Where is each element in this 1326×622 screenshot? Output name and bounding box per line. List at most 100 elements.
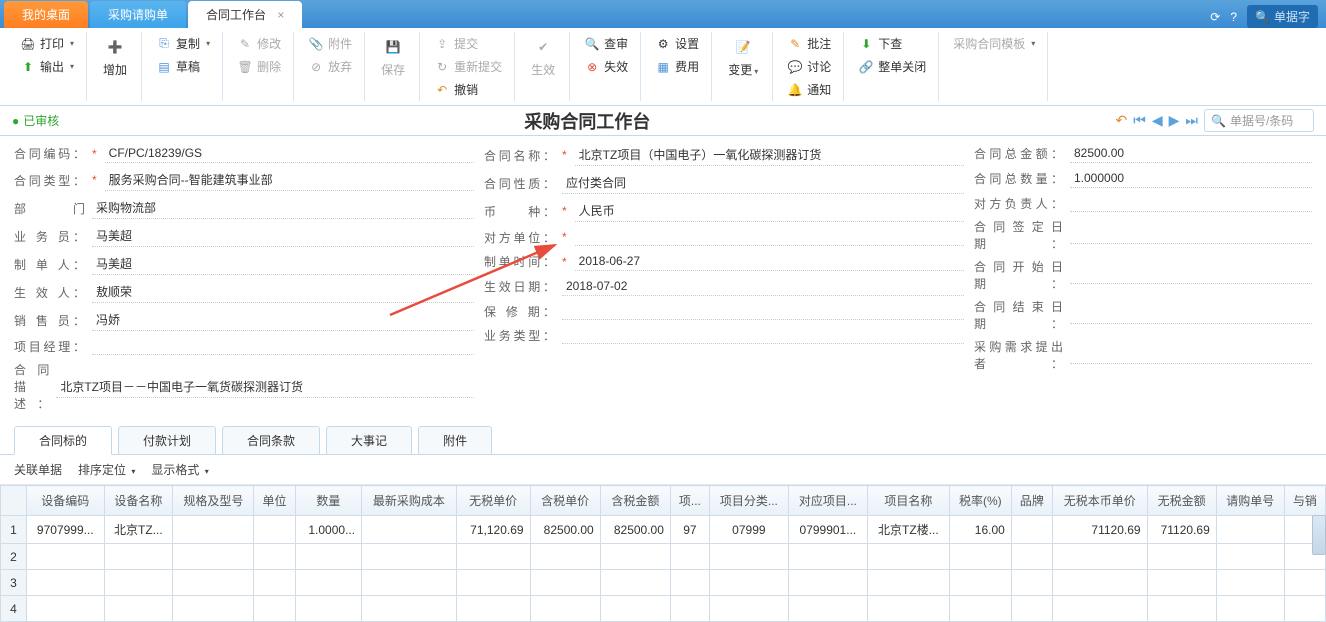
cell[interactable] [173, 596, 254, 622]
dtab-subject[interactable]: 合同标的 [14, 426, 112, 455]
global-search[interactable]: 🔍 单据字 [1247, 5, 1318, 28]
draft-button[interactable]: ▤草稿 [150, 55, 206, 78]
cell[interactable] [173, 544, 254, 570]
refresh-icon[interactable]: ⟳ [1210, 10, 1220, 24]
field-sign-date[interactable] [1070, 226, 1312, 244]
field-partner-person[interactable] [1070, 194, 1312, 212]
first-icon[interactable]: ⏮ [1133, 112, 1146, 129]
undo-icon[interactable]: ↶ [1115, 112, 1127, 129]
close-icon[interactable]: × [277, 8, 284, 22]
cell[interactable] [1216, 570, 1284, 596]
col-header[interactable]: 设备名称 [104, 486, 173, 516]
sort-locate-button[interactable]: 排序定位 ▾ [78, 461, 135, 478]
cell[interactable] [254, 570, 295, 596]
field-partner[interactable] [575, 228, 964, 246]
cell[interactable]: 07999 [709, 516, 788, 544]
last-icon[interactable]: ⏭ [1185, 112, 1198, 129]
cell[interactable] [1011, 570, 1052, 596]
col-header[interactable]: 项目分类... [709, 486, 788, 516]
cell[interactable] [670, 570, 709, 596]
col-header[interactable]: 规格及型号 [173, 486, 254, 516]
data-grid[interactable]: 设备编码设备名称规格及型号单位数量最新采购成本无税单价含税单价含税金额项...项… [0, 485, 1326, 622]
cell[interactable] [1284, 570, 1325, 596]
cell[interactable] [600, 544, 670, 570]
col-header[interactable]: 含税金额 [600, 486, 670, 516]
cell[interactable]: 0799901... [788, 516, 867, 544]
help-icon[interactable]: ? [1230, 10, 1237, 24]
cell[interactable] [1147, 570, 1216, 596]
field-make-date[interactable]: 2018-06-27 [575, 252, 964, 271]
field-currency[interactable]: 人民币 [575, 200, 964, 222]
link-close-button[interactable]: 🔗整单关闭 [852, 55, 932, 78]
col-header[interactable]: 对应项目... [788, 486, 867, 516]
cell[interactable]: 71,120.69 [456, 516, 530, 544]
field-requester[interactable] [1070, 346, 1312, 364]
copy-button[interactable]: ⎘复制▾ [150, 32, 216, 55]
scrollbar-thumb[interactable] [1312, 515, 1326, 555]
cell[interactable] [530, 596, 600, 622]
cell[interactable] [254, 544, 295, 570]
col-header[interactable]: 请购单号 [1216, 486, 1284, 516]
cell[interactable] [104, 596, 173, 622]
related-docs-button[interactable]: 关联单据 [14, 461, 62, 478]
cell[interactable]: 16.00 [949, 516, 1011, 544]
cell[interactable] [670, 544, 709, 570]
field-total-amt[interactable]: 82500.00 [1070, 144, 1312, 163]
review-button[interactable]: 🔍查审 [578, 32, 634, 55]
cell[interactable] [1284, 596, 1325, 622]
field-biz-person[interactable]: 马美超 [92, 225, 474, 247]
cell[interactable] [1011, 516, 1052, 544]
field-start-date[interactable] [1070, 266, 1312, 284]
cell[interactable] [1011, 596, 1052, 622]
cell[interactable] [1216, 596, 1284, 622]
cell[interactable]: 9707999... [27, 516, 105, 544]
print-button[interactable]: 🖨打印▾ [14, 32, 80, 55]
cell[interactable]: 71120.69 [1053, 516, 1148, 544]
approve-button[interactable]: ✎批注 [781, 32, 837, 55]
cell[interactable] [362, 516, 457, 544]
barcode-search[interactable]: 🔍 单据号/条码 [1204, 109, 1314, 132]
cell[interactable] [27, 544, 105, 570]
field-nature[interactable]: 应付类合同 [562, 172, 964, 194]
cell[interactable] [1053, 544, 1148, 570]
col-header[interactable]: 与销 [1284, 486, 1325, 516]
field-maker[interactable]: 马美超 [92, 253, 474, 275]
field-desc[interactable]: 北京TZ项目－－中国电子一氧货碳探测器订货 [56, 376, 474, 398]
col-header[interactable]: 品牌 [1011, 486, 1052, 516]
tab-contract-workbench[interactable]: 合同工作台 × [188, 1, 302, 28]
cell[interactable] [709, 544, 788, 570]
cell[interactable] [362, 570, 457, 596]
output-button[interactable]: ⬆输出▾ [14, 55, 80, 78]
field-eff-date[interactable]: 2018-07-02 [562, 277, 964, 296]
cell[interactable]: 82500.00 [600, 516, 670, 544]
cell[interactable]: 北京TZ楼... [867, 516, 949, 544]
check-down-button[interactable]: ⬇下查 [852, 32, 908, 55]
field-end-date[interactable] [1070, 306, 1312, 324]
table-row[interactable]: 19707999...北京TZ...1.0000...71,120.698250… [1, 516, 1326, 544]
next-icon[interactable]: ▶ [1169, 112, 1180, 129]
cell[interactable] [1147, 544, 1216, 570]
notify-button[interactable]: 🔔通知 [781, 78, 837, 101]
col-header[interactable]: 无税本币单价 [1053, 486, 1148, 516]
table-row[interactable]: 3 [1, 570, 1326, 596]
cell[interactable] [867, 570, 949, 596]
col-header[interactable]: 项... [670, 486, 709, 516]
col-header[interactable]: 项目名称 [867, 486, 949, 516]
cell[interactable]: 71120.69 [1147, 516, 1216, 544]
table-row[interactable]: 4 [1, 596, 1326, 622]
display-format-button[interactable]: 显示格式 ▾ [151, 461, 208, 478]
cell[interactable]: 82500.00 [530, 516, 600, 544]
cell[interactable] [254, 596, 295, 622]
cell[interactable]: 97 [670, 516, 709, 544]
cell[interactable] [1011, 544, 1052, 570]
cell[interactable] [530, 570, 600, 596]
cell[interactable] [788, 596, 867, 622]
discuss-button[interactable]: 💬讨论 [781, 55, 837, 78]
field-biz-type[interactable] [562, 326, 964, 344]
invalid-button[interactable]: ⊗失效 [578, 55, 634, 78]
field-warranty[interactable] [562, 302, 964, 320]
col-header[interactable]: 单位 [254, 486, 295, 516]
cell[interactable] [295, 544, 361, 570]
cell[interactable] [670, 596, 709, 622]
prev-icon[interactable]: ◀ [1152, 112, 1163, 129]
